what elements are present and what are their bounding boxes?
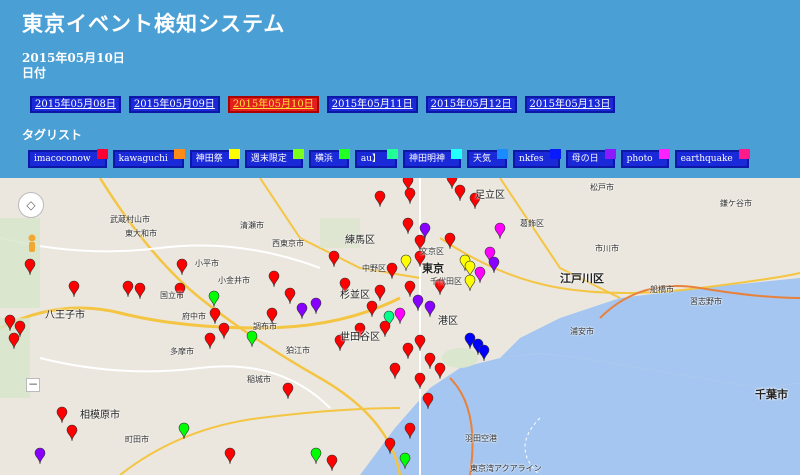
map-label: 小平市 bbox=[195, 259, 219, 268]
tag-color-swatch bbox=[387, 149, 399, 159]
date-heading: 2015年05月10日 日付 bbox=[22, 51, 125, 81]
tag-天気[interactable]: 天気 bbox=[467, 149, 509, 168]
map-label: 練馬区 bbox=[345, 235, 375, 246]
tag-color-swatch bbox=[604, 149, 616, 159]
map-label: 足立区 bbox=[475, 190, 505, 201]
street-view-icon[interactable] bbox=[26, 234, 38, 256]
tag-label: 天気 bbox=[473, 154, 492, 164]
tag-kawaguchi[interactable]: kawaguchi bbox=[112, 149, 185, 168]
map-label: 東京湾アクアライン bbox=[470, 464, 542, 473]
tag-label: 神田明神 bbox=[409, 154, 446, 164]
tag-神田祭[interactable]: 神田祭 bbox=[189, 149, 240, 168]
date-button-0513[interactable]: 2015年05月13日 bbox=[524, 96, 616, 113]
map-label: 杉並区 bbox=[340, 290, 370, 301]
tag-color-swatch bbox=[292, 149, 304, 159]
map-label: 町田市 bbox=[125, 435, 149, 444]
tag-label: 週末限定 bbox=[250, 154, 287, 164]
date-selector: 2015年05月08日 2015年05月09日 2015年05月10日 2015… bbox=[30, 96, 623, 113]
tag-color-swatch bbox=[228, 149, 240, 159]
current-date: 2015年05月10日 bbox=[22, 51, 125, 65]
tag-list-heading: タグリスト bbox=[22, 128, 83, 142]
map-label: 港区 bbox=[438, 316, 458, 327]
tag-list: imacoconow kawaguchi 神田祭 週末限定 横浜 au】 神田明神 天気 nkf… bbox=[28, 149, 755, 168]
map-label: 東京 bbox=[422, 262, 444, 275]
event-map[interactable]: 足立区 江戸川区 練馬区 東京 中野区 杉並区 世田谷区 港区 八王子市 相模原… bbox=[0, 178, 800, 475]
tag-photo[interactable]: photo bbox=[620, 149, 670, 168]
map-label: 浦安市 bbox=[570, 327, 594, 336]
map-label: 稲城市 bbox=[247, 375, 271, 384]
tag-nkfes[interactable]: nkfes bbox=[513, 149, 561, 168]
date-button-0508[interactable]: 2015年05月08日 bbox=[30, 96, 121, 113]
map-label: 江戸川区 bbox=[560, 272, 604, 285]
tag-label: 横浜 bbox=[314, 154, 333, 164]
tag-label: kawaguchi bbox=[118, 154, 168, 164]
date-button-0511[interactable]: 2015年05月11日 bbox=[326, 96, 418, 113]
tag-color-swatch bbox=[738, 149, 750, 159]
tag-color-swatch bbox=[658, 149, 670, 159]
tag-color-swatch bbox=[338, 149, 350, 159]
map-label: 船橋市 bbox=[650, 285, 674, 294]
map-label: 西東京市 bbox=[272, 239, 304, 248]
tag-color-swatch bbox=[549, 149, 561, 159]
date-label: 日付 bbox=[22, 66, 47, 80]
map-label: 狛江市 bbox=[286, 346, 310, 355]
map-label: 国立市 bbox=[160, 291, 184, 300]
date-button-0510[interactable]: 2015年05月10日 bbox=[227, 96, 319, 113]
date-button-0509[interactable]: 2015年05月09日 bbox=[128, 96, 220, 113]
map-label: 清瀬市 bbox=[240, 221, 264, 230]
tag-au】[interactable]: au】 bbox=[354, 149, 399, 168]
tag-color-swatch bbox=[173, 149, 185, 159]
map-label: 羽田空港 bbox=[465, 434, 497, 443]
map-label: 調布市 bbox=[253, 322, 277, 331]
map-label: 東大和市 bbox=[125, 229, 157, 238]
tag-label: nkfes bbox=[519, 154, 544, 164]
map-label: 葛飾区 bbox=[520, 219, 544, 228]
tag-横浜[interactable]: 横浜 bbox=[308, 149, 350, 168]
tag-label: earthquake bbox=[680, 154, 733, 164]
map-label: 松戸市 bbox=[590, 183, 614, 192]
tag-label: au】 bbox=[360, 154, 382, 164]
map-label: 相模原市 bbox=[80, 410, 120, 421]
map-label: 世田谷区 bbox=[340, 332, 380, 343]
map-label: 武蔵村山市 bbox=[110, 215, 150, 224]
map-label: 中野区 bbox=[362, 264, 386, 273]
zoom-out-button[interactable]: − bbox=[26, 378, 40, 392]
map-label: 小金井市 bbox=[218, 276, 250, 285]
map-label: 多摩市 bbox=[170, 347, 194, 356]
tag-母の日[interactable]: 母の日 bbox=[565, 149, 616, 168]
map-label: 八王子市 bbox=[45, 310, 85, 321]
tag-label: photo bbox=[626, 154, 653, 164]
tag-color-swatch bbox=[96, 149, 108, 159]
map-label: 文京区 bbox=[420, 247, 444, 256]
date-button-0512[interactable]: 2015年05月12日 bbox=[425, 96, 517, 113]
map-label: 鎌ケ谷市 bbox=[720, 199, 752, 208]
tag-label: 神田祭 bbox=[195, 154, 223, 164]
tag-週末限定[interactable]: 週末限定 bbox=[244, 149, 304, 168]
tag-imacoconow[interactable]: imacoconow bbox=[28, 149, 108, 168]
tag-label: imacoconow bbox=[34, 154, 91, 164]
map-label: 府中市 bbox=[182, 312, 206, 321]
map-label: 市川市 bbox=[595, 244, 619, 253]
tag-color-swatch bbox=[451, 149, 463, 159]
map-label: 千葉市 bbox=[755, 388, 788, 401]
tag-神田明神[interactable]: 神田明神 bbox=[403, 149, 463, 168]
map-label: 千代田区 bbox=[430, 277, 462, 286]
tag-earthquake[interactable]: earthquake bbox=[674, 149, 750, 168]
page-title: 東京イベント検知システム bbox=[22, 11, 286, 36]
tag-label: 母の日 bbox=[571, 154, 599, 164]
tag-color-swatch bbox=[497, 149, 509, 159]
map-label: 習志野市 bbox=[690, 297, 722, 306]
pan-control[interactable]: ◇ bbox=[18, 192, 44, 218]
